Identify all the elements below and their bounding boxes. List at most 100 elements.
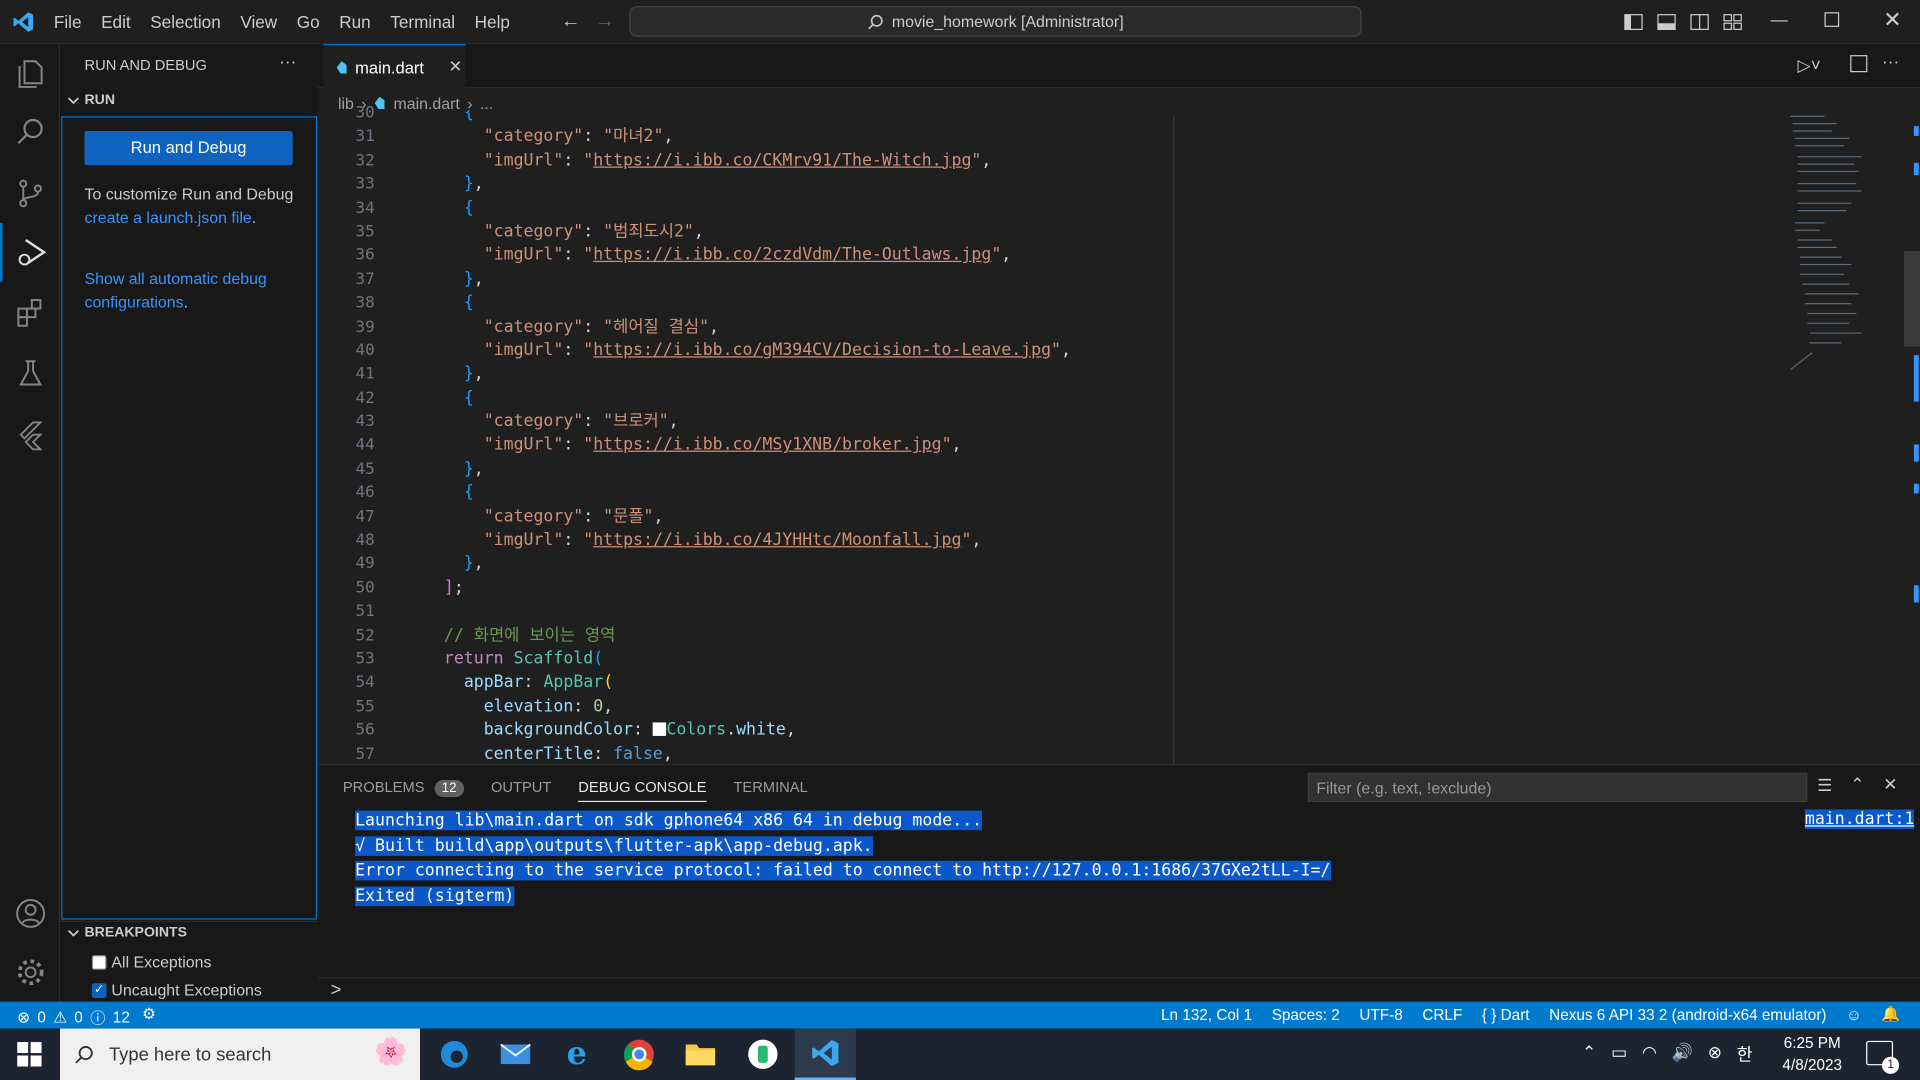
settings-gear-icon[interactable] [0,943,60,1002]
close-tab-icon[interactable]: ✕ [449,58,463,78]
error-count: 0 [37,1008,46,1026]
indentation[interactable]: Spaces: 2 [1272,1006,1340,1023]
minimap[interactable] [1788,113,1904,382]
explorer-icon[interactable] [0,44,60,103]
toggle-panel-icon[interactable] [1657,12,1677,32]
menu-terminal[interactable]: Terminal [381,0,465,44]
cursor-position[interactable]: Ln 132, Col 1 [1161,1006,1252,1023]
create-launch-json-link[interactable]: create a launch.json file [84,208,251,226]
tab-terminal[interactable]: TERMINAL [733,779,807,796]
search-view-icon[interactable] [0,103,60,162]
forward-arrow-icon[interactable]: → [595,11,615,33]
minimize-icon[interactable]: — [1771,10,1788,30]
toggle-primary-sidebar-icon[interactable] [1624,12,1644,32]
vscode-taskbar-icon[interactable] [794,1028,856,1080]
debug-console-output[interactable]: Launching lib\main.dart on sdk gphone64 … [355,808,1330,908]
status-x-icon[interactable]: ⊗ [1708,1042,1722,1066]
volume-icon[interactable]: 🔊 [1672,1042,1693,1066]
maximize-icon[interactable] [1824,12,1840,27]
editor-more-icon[interactable]: ··· [1882,51,1899,71]
editor-scrollbar[interactable] [1904,116,1920,765]
line-number: 49 [355,555,375,574]
tab-problems[interactable]: PROBLEMS 12 [343,779,465,798]
feedback-icon[interactable]: ☺ [1846,1006,1862,1023]
tab-bar [318,44,1920,89]
clear-console-icon[interactable]: ☰ [1817,775,1832,796]
code-line: centerTitle: false, [483,743,673,764]
encoding[interactable]: UTF-8 [1359,1006,1402,1023]
line-number: 55 [355,697,375,717]
menu-run[interactable]: Run [329,0,380,44]
clock[interactable]: 6:25 PM 4/8/2023 [1766,1032,1859,1076]
source-control-icon[interactable] [0,164,60,223]
code-line: { [463,197,474,218]
run-dropdown-icon[interactable]: ▷˅ [1798,55,1821,76]
notification-center-icon[interactable]: 1 [1866,1040,1900,1074]
tab-main-dart[interactable]: main.dart ✕ [323,44,466,90]
problems-status[interactable]: ⊗ 0 ⚠ 0 ⓘ 12 [17,1005,130,1028]
close-panel-icon[interactable]: ✕ [1883,774,1897,795]
battery-icon[interactable]: ▭ [1611,1042,1627,1066]
taskbar-search[interactable]: Type here to search 🌸 [60,1028,421,1080]
code-line: }, [463,269,484,289]
chevron-up-icon[interactable]: ⌃ [1582,1042,1596,1066]
windows-start-icon[interactable] [17,1042,42,1073]
line-number: 44 [355,436,375,455]
command-center[interactable]: movie_homework [Administrator] [629,6,1362,37]
console-prompt[interactable]: > [331,980,342,1001]
toggle-secondary-sidebar-icon[interactable] [1690,12,1710,32]
tab-output[interactable]: OUTPUT [491,779,551,796]
menu-go[interactable]: Go [287,0,329,44]
line-number: 46 [355,483,375,503]
all-exceptions-checkbox[interactable] [91,954,107,970]
language-mode[interactable]: { } Dart [1482,1006,1530,1023]
wifi-icon[interactable]: ◠ [1642,1042,1657,1066]
code-view[interactable]: { "category": "마녀2", "imgUrl": "https://… [404,110,1169,764]
account-icon[interactable] [0,884,60,943]
testing-icon[interactable] [0,344,60,403]
device-selector[interactable]: Nexus 6 API 33 2 (android-x64 emulator) [1549,1006,1826,1023]
notes-app-icon[interactable] [732,1029,793,1080]
menu-edit[interactable]: Edit [91,0,140,44]
menu-help[interactable]: Help [465,0,520,44]
file-explorer-icon[interactable] [670,1029,731,1080]
more-actions-icon[interactable]: ··· [279,51,296,71]
extensions-icon[interactable] [0,284,60,343]
notifications-bell-icon[interactable]: 🔔 [1881,1005,1900,1023]
code-line: "category": "마녀2", [483,126,674,147]
tab-debug-console[interactable]: DEBUG CONSOLE [578,778,707,802]
input-method-icon[interactable]: 한 [1737,1042,1753,1066]
run-section-header[interactable]: RUN [67,93,115,108]
search-highlight-icon: 🌸 [374,1035,408,1067]
line-number: 35 [355,222,375,242]
close-window-icon[interactable]: ✕ [1883,7,1901,33]
status-right: Ln 132, Col 1 Spaces: 2 UTF-8 CRLF { } D… [1161,1005,1900,1023]
line-number: 41 [355,365,375,384]
show-all-debug-configs-link[interactable]: Show all automatic debug configurations [84,269,266,310]
line-number: 34 [355,199,375,218]
end-of-line[interactable]: CRLF [1422,1006,1462,1023]
menu-view[interactable]: View [231,0,287,44]
edge-icon[interactable] [424,1029,485,1080]
customize-text: To customize Run and Debug create a laun… [84,184,298,229]
back-arrow-icon[interactable]: ← [561,11,581,33]
mail-icon[interactable] [485,1029,546,1080]
chrome-icon[interactable] [609,1029,670,1080]
notification-count-badge: 1 [1882,1056,1900,1074]
split-editor-icon[interactable] [1850,55,1868,73]
console-filter-input[interactable]: Filter (e.g. text, !exclude) [1307,772,1808,803]
source-location-link[interactable]: main.dart:1 [1804,809,1915,829]
internet-explorer-icon[interactable]: e [546,1029,607,1080]
uncaught-exceptions-checkbox[interactable]: ✓ [91,982,107,998]
menu-file[interactable]: File [44,0,91,44]
flutter-icon[interactable] [0,405,60,464]
activity-bar [0,44,61,1002]
run-and-debug-button[interactable]: Run and Debug [84,131,293,166]
debug-status-icon[interactable]: ⚙ [142,1004,156,1022]
breakpoints-section-header[interactable]: BREAKPOINTS [67,926,187,940]
run-debug-icon[interactable] [0,222,60,282]
menu-selection[interactable]: Selection [140,0,230,44]
customize-layout-icon[interactable] [1723,12,1743,32]
code-line: }, [463,174,484,194]
maximize-panel-icon[interactable]: ⌃ [1850,774,1864,795]
